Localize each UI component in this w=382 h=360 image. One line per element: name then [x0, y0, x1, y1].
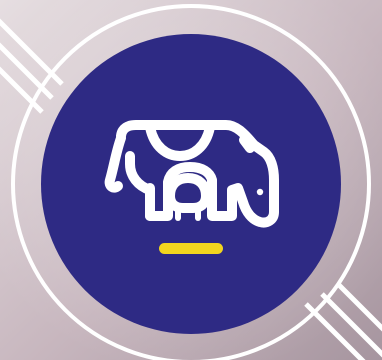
badge-graphic	[0, 0, 382, 360]
badge-artwork	[0, 0, 382, 360]
badge-circle	[41, 34, 341, 334]
cow-eye-icon	[256, 188, 264, 196]
accent-bar	[159, 243, 223, 254]
